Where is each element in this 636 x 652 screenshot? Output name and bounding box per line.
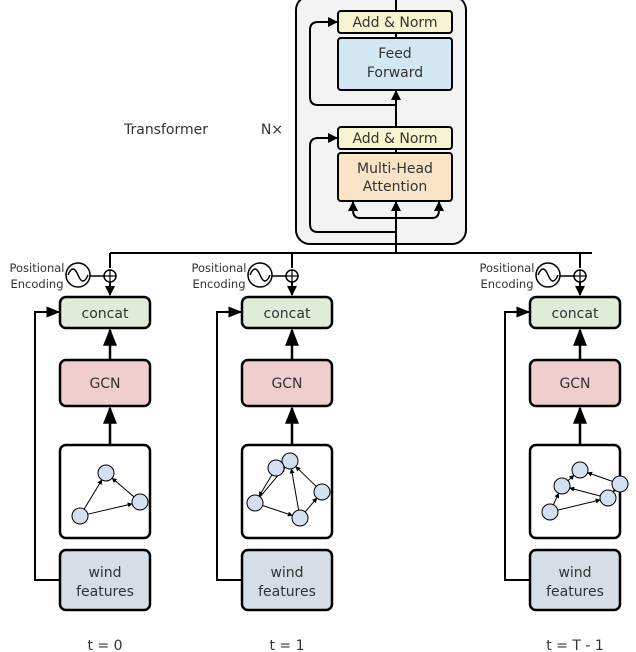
- repeat-label: N×: [261, 122, 283, 138]
- time-step-label: t = T - 1: [546, 638, 604, 652]
- time-step-column: Positional Encoding concat GCN wind features t…: [9, 253, 152, 652]
- wind-features-label: features: [258, 584, 316, 600]
- time-step-label: t = 0: [87, 638, 122, 652]
- concat-label: concat: [82, 306, 129, 322]
- attention-label-1: Multi-Head: [357, 161, 433, 177]
- graph-node: [267, 459, 285, 477]
- graph-node: [281, 452, 299, 470]
- positional-encoding-label: Encoding: [481, 277, 534, 291]
- transformer-block: Add & Norm Feed Forward Add & Norm Multi…: [295, 0, 467, 253]
- graph-node: [541, 503, 559, 521]
- gcn-label: GCN: [559, 376, 590, 392]
- attention-label-2: Attention: [363, 179, 428, 195]
- skip-connection: [34, 306, 61, 581]
- time-step-label: t = 1: [269, 638, 304, 652]
- positional-encoding-label: Positional: [9, 261, 64, 275]
- graph-node: [71, 507, 89, 525]
- time-step-column: Positional Encoding concat GCN wind features t…: [191, 253, 334, 652]
- add-norm-bottom-label: Add & Norm: [352, 131, 437, 147]
- graph-node: [131, 493, 149, 511]
- positional-encoding-label: Positional: [191, 261, 246, 275]
- wind-features-label: wind: [558, 565, 591, 581]
- skip-connection: [504, 306, 531, 581]
- transformer-label: Transformer: [123, 122, 208, 138]
- add-norm-top-label: Add & Norm: [352, 15, 437, 31]
- graph-node: [571, 461, 589, 479]
- positional-encoding-label: Encoding: [11, 277, 64, 291]
- graph-node: [313, 483, 331, 501]
- positional-encoding-label: Encoding: [193, 277, 246, 291]
- time-step-column: Positional Encoding concat GCN wind features t…: [479, 253, 629, 652]
- wind-features-label: wind: [88, 565, 121, 581]
- feed-forward-label-2: Forward: [367, 65, 423, 81]
- wind-features-label: features: [76, 584, 134, 600]
- diagram: Add & Norm Feed Forward Add & Norm Multi…: [9, 0, 629, 652]
- wind-features-label: features: [546, 584, 604, 600]
- gcn-label: GCN: [89, 376, 120, 392]
- graph-node: [246, 494, 264, 512]
- graph-box: [58, 443, 152, 540]
- skip-connection: [216, 306, 243, 581]
- concat-label: concat: [264, 306, 311, 322]
- graph-node: [611, 475, 629, 493]
- feed-forward-label-1: Feed: [378, 46, 411, 62]
- graph-node: [553, 477, 571, 495]
- gcn-label: GCN: [271, 376, 302, 392]
- positional-encoding-label: Positional: [479, 261, 534, 275]
- graph-node: [97, 464, 115, 482]
- graph-node: [599, 489, 617, 507]
- wind-features-label: wind: [270, 565, 303, 581]
- graph-node: [291, 509, 309, 527]
- concat-label: concat: [552, 306, 599, 322]
